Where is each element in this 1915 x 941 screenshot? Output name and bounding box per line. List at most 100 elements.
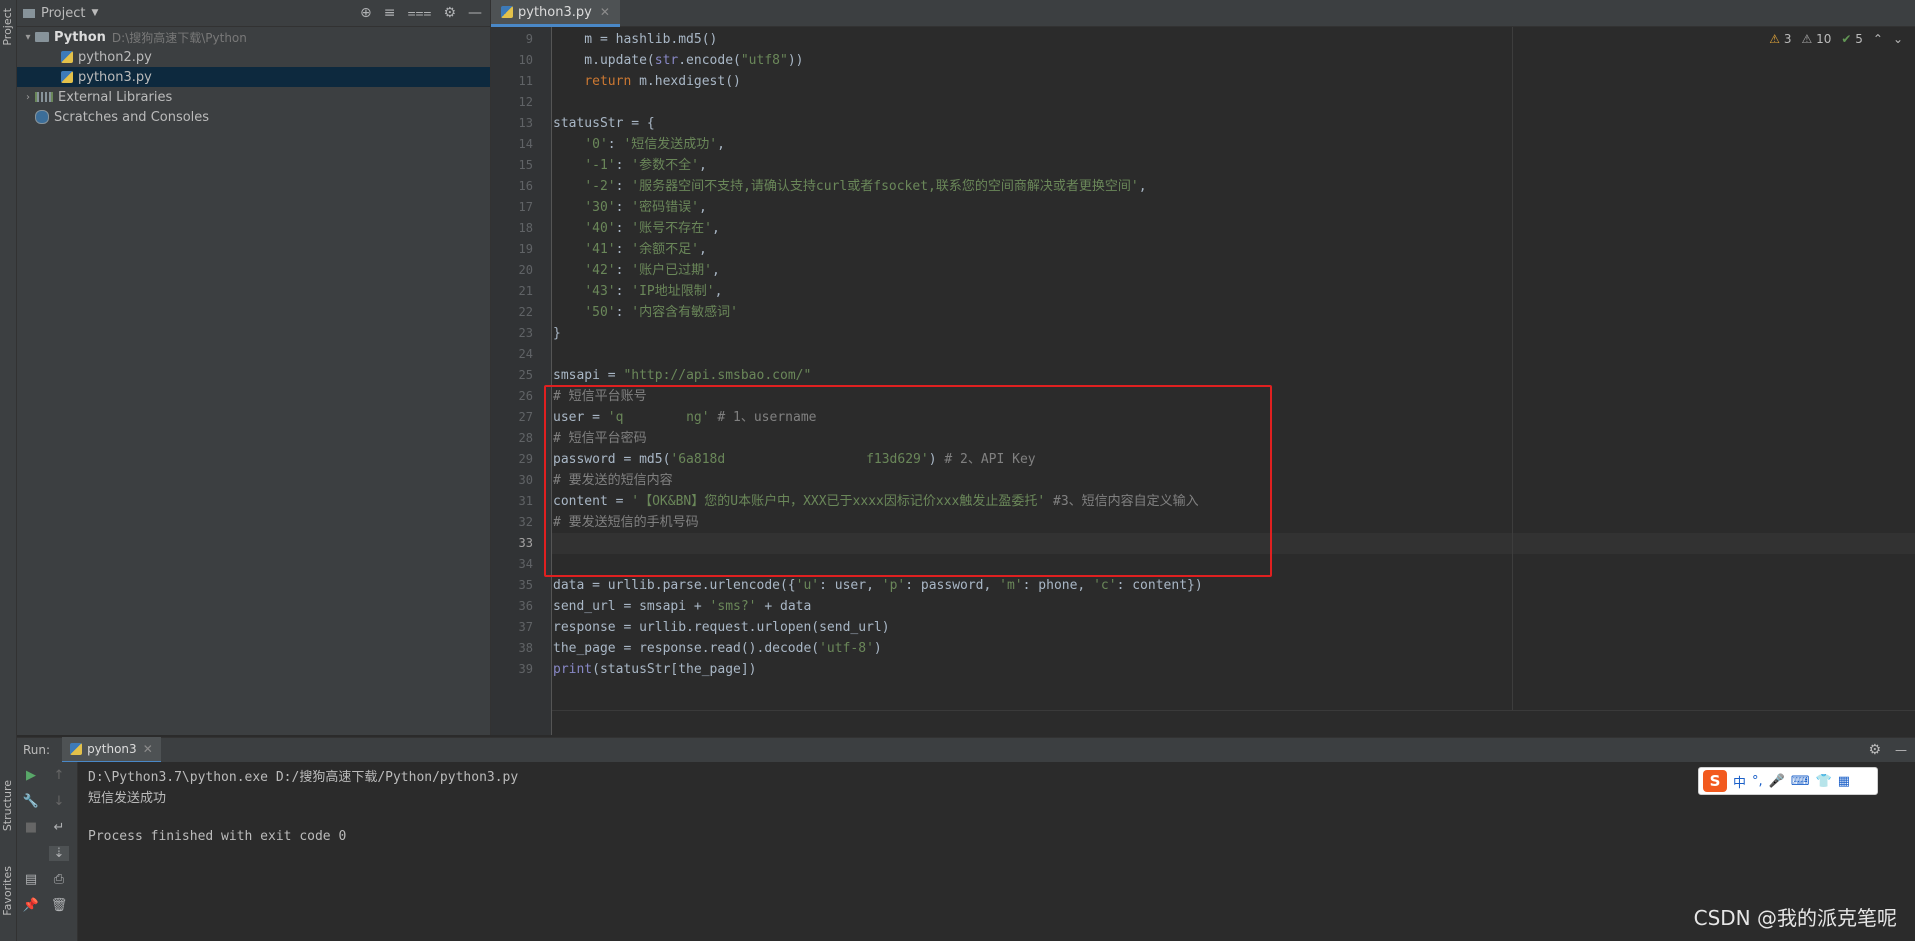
run-console[interactable]: D:\Python3.7\python.exe D:/搜狗高速下载/Python… [78, 762, 1915, 941]
line-number-gutter: 9 10 11 12 13 14 15 16 17 18 19 20 21 22 23 24 25 26 27 28 2… [491, 27, 552, 735]
chevron-down-icon[interactable]: ▼ [91, 8, 98, 18]
inspection-widget[interactable]: ⚠ 3 ⚠ 10 ✔ 5 ⌃ ⌄ [1769, 32, 1903, 46]
code-line: statusStr = { [553, 116, 655, 131]
keyboard-icon[interactable]: ⌨ [1791, 774, 1810, 789]
pin-icon[interactable]: 📌 [21, 898, 41, 913]
code-line: send_url = smsapi + 'sms?' + data [553, 599, 812, 614]
tree-item-scratches[interactable]: Scratches and Consoles [17, 107, 490, 127]
chevron-up-icon[interactable]: ⌃ [1873, 32, 1883, 46]
line-number: 18 [518, 221, 533, 235]
line-number: 27 [518, 410, 533, 424]
trash-icon[interactable]: 🗑 [49, 898, 69, 913]
code-line: } [553, 326, 561, 341]
stop-icon[interactable]: ■ [21, 820, 41, 835]
tab-structure[interactable]: Structure [1, 780, 14, 831]
tree-item-python2[interactable]: python2.py [17, 47, 490, 67]
print-icon[interactable]: ⎙ [49, 872, 69, 887]
scratches-icon [35, 110, 49, 124]
ime-toolbar[interactable]: S 中 °, 🎤 ⌨ 👕 ▦ [1698, 767, 1878, 795]
project-view-selector[interactable]: Project [41, 6, 85, 21]
close-icon[interactable]: ✕ [600, 5, 610, 19]
folder-icon [35, 32, 49, 42]
code-line: '40': '账号不存在', [584, 221, 720, 236]
line-number: 30 [518, 473, 533, 487]
code-line: response = urllib.request.urlopen(send_u… [553, 620, 890, 635]
run-tab-label: python3 [87, 742, 137, 756]
code-line: smsapi = "http://api.smsbao.com/" [553, 368, 812, 383]
highlight-box [544, 385, 1272, 577]
layout-icon[interactable]: ▤ [21, 872, 41, 887]
chevron-right-icon[interactable]: › [21, 92, 35, 103]
line-number: 28 [518, 431, 533, 445]
gear-icon[interactable]: ⚙ [443, 5, 456, 21]
tab-python3[interactable]: python3.py ✕ [491, 0, 620, 27]
root-path: D:\搜狗高速下载\Python [111, 30, 247, 45]
code-line: '30': '密码错误', [584, 200, 707, 215]
line-number: 37 [518, 620, 533, 634]
python-file-icon [61, 51, 73, 63]
tab-project[interactable]: Project [1, 8, 14, 46]
line-number: 31 [518, 494, 533, 508]
library-icon [35, 92, 53, 102]
close-icon[interactable]: ✕ [143, 742, 153, 756]
line-number: 13 [518, 116, 533, 130]
line-number: 36 [518, 599, 533, 613]
tree-label: Scratches and Consoles [54, 109, 210, 125]
chevron-down-icon[interactable]: ▾ [21, 32, 35, 43]
check-icon: ✔ [1841, 32, 1852, 46]
run-panel-header: Run: python3 ✕ ⚙ — [17, 737, 1915, 763]
minimize-icon[interactable]: — [1895, 743, 1907, 757]
line-number: 15 [518, 158, 533, 172]
line-number: 11 [518, 74, 533, 88]
grid-icon[interactable]: ▦ [1838, 774, 1850, 789]
scroll-to-end-icon[interactable]: ⇣ [49, 846, 69, 861]
tab-favorites[interactable]: Favorites [1, 866, 14, 916]
locate-icon[interactable]: ⊕ [360, 5, 372, 21]
console-line: Process finished with exit code 0 [88, 829, 347, 844]
run-label: Run: [23, 743, 51, 757]
code-line: m = hashlib.md5() [553, 32, 718, 47]
line-number: 10 [518, 53, 533, 67]
line-number: 33 [518, 536, 533, 550]
collapse-all-icon[interactable]: ⩶ [407, 5, 431, 21]
right-margin-guide [1512, 27, 1513, 710]
project-panel-header: Project ▼ ⊕ ≡ ⩶ ⚙ — [17, 0, 490, 27]
wrench-icon[interactable]: 🔧 [21, 794, 41, 809]
microphone-icon[interactable]: 🎤 [1769, 774, 1785, 789]
line-number: 16 [518, 179, 533, 193]
line-number: 32 [518, 515, 533, 529]
arrow-up-icon[interactable]: ↑ [49, 768, 69, 783]
ime-mode[interactable]: 中 [1733, 772, 1746, 791]
file-label: python2.py [78, 49, 152, 65]
code-line: m.update(str.encode("utf8")) [553, 53, 804, 68]
root-name: Python [54, 29, 106, 45]
code-line: '50': '内容含有敏感词' [584, 305, 738, 320]
tree-item-python3[interactable]: python3.py [17, 67, 490, 87]
ime-punct[interactable]: °, [1752, 774, 1763, 789]
soft-wrap-icon[interactable]: ↵ [49, 820, 69, 835]
weak-warning-icon: ⚠ [1801, 32, 1813, 46]
rerun-icon[interactable]: ▶ [21, 768, 41, 783]
editor-horizontal-scrollbar[interactable] [552, 710, 1915, 736]
gear-icon[interactable]: ⚙ [1868, 742, 1881, 758]
code-line: '-2': '服务器空间不支持,请确认支持curl或者fsocket,联系您的空… [584, 179, 1147, 194]
line-number: 22 [518, 305, 533, 319]
python-file-icon [70, 743, 83, 755]
weak-warning-count: 10 [1816, 32, 1832, 46]
project-panel: Project ▼ ⊕ ≡ ⩶ ⚙ — ▾ Python D:\搜狗高速下载\P… [17, 0, 491, 735]
line-number: 17 [518, 200, 533, 214]
python-file-icon [501, 6, 513, 18]
line-number: 25 [518, 368, 533, 382]
code-editor[interactable]: m = hashlib.md5() m.update(str.encode("u… [552, 27, 1915, 735]
line-number: 23 [518, 326, 533, 340]
shirt-icon[interactable]: 👕 [1816, 774, 1832, 789]
tree-root[interactable]: ▾ Python D:\搜狗高速下载\Python [17, 27, 490, 47]
arrow-down-icon[interactable]: ↓ [49, 794, 69, 809]
run-tab-python3[interactable]: python3 ✕ [62, 737, 161, 763]
line-number: 39 [518, 662, 533, 676]
chevron-down-icon[interactable]: ⌄ [1893, 32, 1903, 46]
expand-all-icon[interactable]: ≡ [384, 5, 396, 21]
minimize-icon[interactable]: — [468, 5, 482, 21]
tree-item-external-libraries[interactable]: › External Libraries [17, 87, 490, 107]
line-number: 34 [518, 557, 533, 571]
